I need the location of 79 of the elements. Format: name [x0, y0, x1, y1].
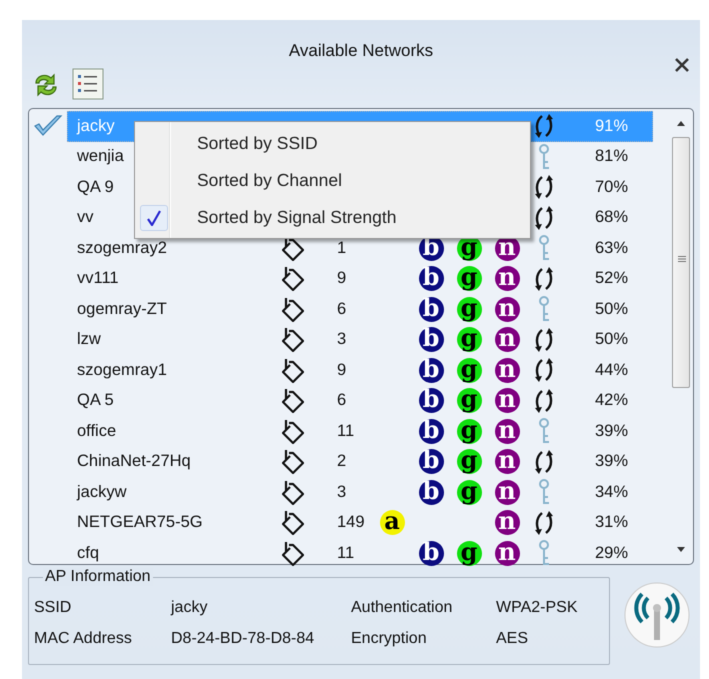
band-badge: b: [418, 449, 444, 474]
signal-percent: 31%: [594, 513, 629, 532]
signal-percent: 91%: [594, 116, 629, 136]
ssid-text: office: [77, 422, 116, 441]
field-label: Authentication: [351, 599, 454, 617]
band-badge: n: [494, 480, 520, 505]
band-badge: n: [494, 540, 520, 566]
band-badge: g: [456, 266, 482, 292]
ssid-text: vv: [77, 208, 94, 228]
band-badge: g: [456, 480, 482, 505]
band-badge: g: [456, 296, 482, 322]
signal-percent: 68%: [594, 208, 629, 228]
field-value: D8-24-BD-78-D8-84: [171, 630, 316, 648]
signal-percent: 63%: [594, 238, 629, 258]
signal-percent: 39%: [594, 422, 629, 441]
band-badge: g: [456, 358, 482, 383]
band-badge: n: [494, 449, 520, 474]
ssid-text: vv111: [77, 269, 119, 288]
signal-percent: 70%: [594, 178, 629, 197]
channel-text: 1: [336, 238, 348, 258]
signal-percent: 52%: [594, 269, 629, 288]
signal-percent: 34%: [594, 482, 629, 502]
ssid-text: jackyw: [77, 482, 127, 502]
signal-percent: 50%: [594, 330, 629, 350]
channel-text: 149: [336, 513, 366, 532]
band-badge: b: [418, 388, 444, 414]
channel-text: 3: [336, 330, 348, 350]
channel-text: 11: [336, 422, 356, 441]
field-label: MAC Address: [34, 630, 133, 648]
signal-percent: 39%: [594, 452, 629, 472]
band-badge: b: [418, 266, 444, 292]
signal-percent: 44%: [594, 360, 629, 380]
ssid-text: ChinaNet-27Hq: [77, 452, 191, 472]
band-badge: b: [418, 327, 444, 352]
band-badge: g: [456, 449, 482, 474]
signal-percent: 50%: [594, 300, 629, 319]
channel-text: 3: [336, 482, 348, 502]
ssid-text: jacky: [77, 116, 115, 136]
band-badge: g: [456, 540, 482, 566]
band-badge: n: [494, 388, 520, 414]
channel-text: 6: [336, 300, 348, 319]
ssid-text: QA 9: [77, 178, 114, 197]
band-badge: g: [456, 418, 482, 444]
band-badge: n: [494, 510, 520, 536]
signal-percent: 81%: [594, 147, 629, 166]
band-badge: n: [494, 266, 520, 292]
band-badge: n: [494, 296, 520, 322]
band-badge: b: [418, 418, 444, 444]
ssid-text: wenjia: [77, 147, 124, 166]
band-badge: g: [456, 388, 482, 414]
band-badge: b: [418, 540, 444, 566]
band-badge: a: [380, 510, 404, 536]
signal-percent: 42%: [594, 391, 629, 410]
ssid-text: lzw: [77, 330, 101, 350]
field-value: AES: [496, 630, 530, 648]
field-label: Encryption: [351, 630, 428, 648]
band-badge: b: [418, 480, 444, 505]
field-value: WPA2-PSK: [496, 599, 578, 617]
ssid-text: NETGEAR75-5G: [77, 513, 203, 532]
channel-text: 2: [336, 452, 348, 472]
ssid-text: szogemray2: [77, 238, 167, 258]
ssid-text: cfq: [77, 544, 100, 563]
signal-percent: 29%: [594, 544, 629, 563]
band-badge: b: [418, 296, 444, 322]
band-badge: n: [494, 418, 520, 444]
window-title: Available Networks: [288, 41, 434, 61]
band-badge: g: [456, 327, 482, 352]
ssid-text: szogemray1: [77, 360, 167, 380]
channel-text: 6: [336, 391, 348, 410]
channel-text: 9: [336, 269, 348, 288]
channel-text: 9: [336, 360, 348, 380]
band-badge: n: [494, 327, 520, 352]
ssid-text: ogemray-ZT: [77, 300, 167, 319]
channel-text: 11: [336, 544, 356, 563]
field-value: jacky: [171, 599, 208, 617]
band-badge: b: [418, 358, 444, 383]
band-badge: n: [494, 358, 520, 383]
ssid-text: QA 5: [77, 391, 114, 410]
field-label: SSID: [34, 599, 72, 617]
